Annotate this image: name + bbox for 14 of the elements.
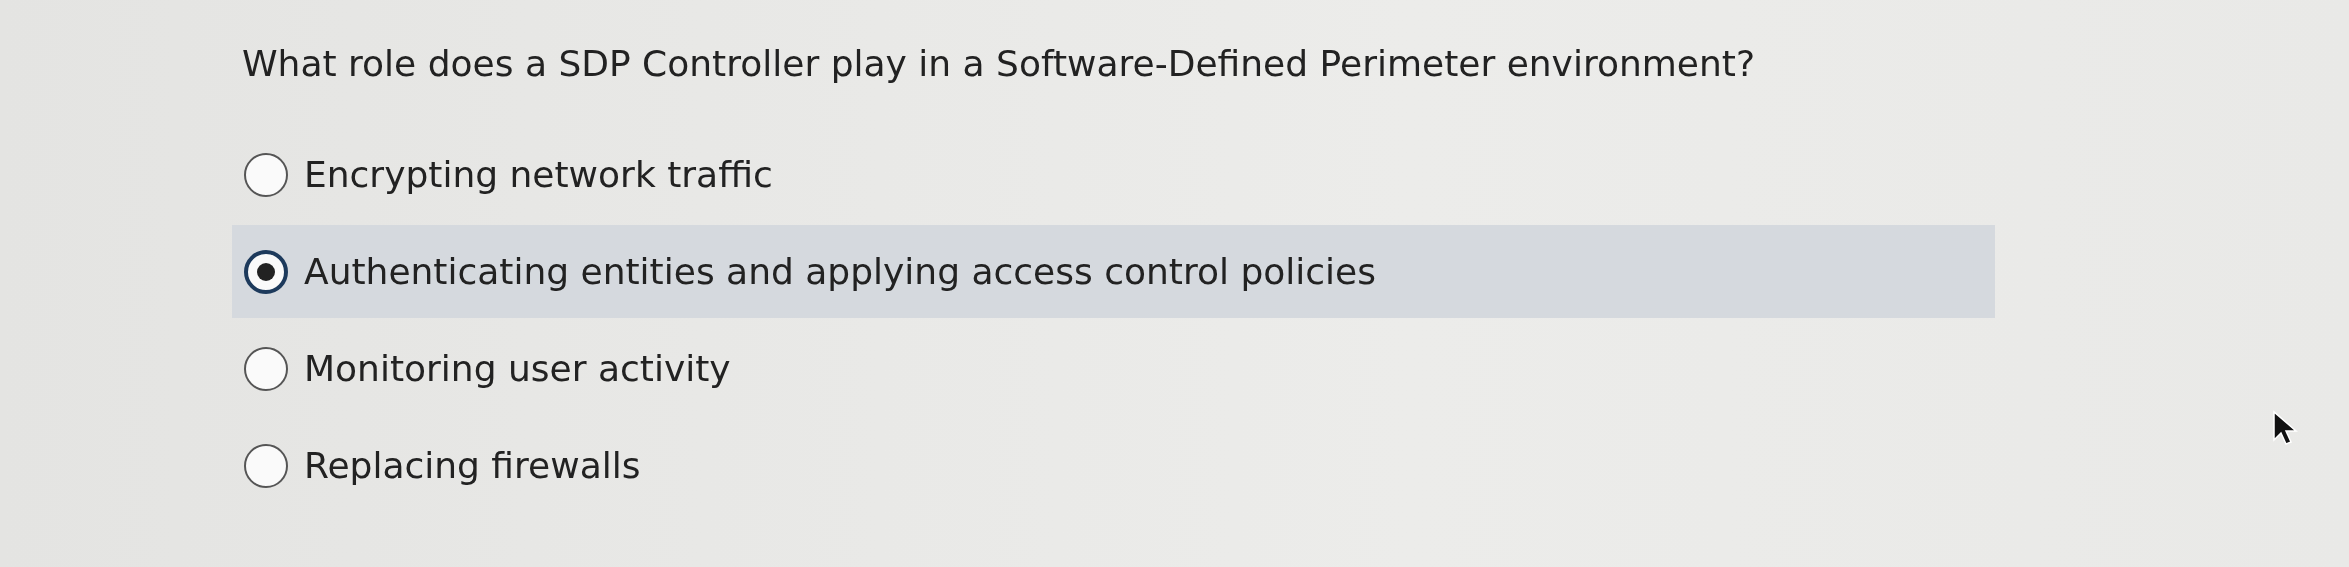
radio-button[interactable] xyxy=(244,249,288,294)
radio-button[interactable] xyxy=(244,443,288,488)
answer-option[interactable]: Monitoring user activity xyxy=(232,322,1995,415)
question-text: What role does a SDP Controller play in a Software-Defined Perimeter environment? xyxy=(241,42,1757,86)
option-label: Monitoring user activity xyxy=(304,348,731,389)
option-label: Replacing firewalls xyxy=(304,445,641,486)
radio-button[interactable] xyxy=(244,152,288,197)
answer-option[interactable]: Authenticating entities and applying access control policies xyxy=(232,225,1995,318)
option-label: Encrypting network traffic xyxy=(304,154,773,195)
answer-option[interactable]: Replacing firewalls xyxy=(232,419,1995,512)
mouse-pointer-icon xyxy=(2272,410,2298,446)
option-label: Authenticating entities and applying access control policies xyxy=(304,251,1376,292)
answer-option[interactable]: Encrypting network traffic xyxy=(232,128,1995,221)
radio-button[interactable] xyxy=(244,346,288,391)
